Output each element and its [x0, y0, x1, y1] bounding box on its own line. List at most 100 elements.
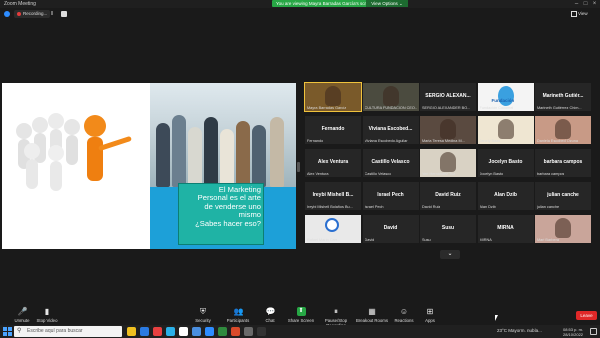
taskbar-app-icon[interactable] — [205, 327, 214, 336]
participant-name: Viviana Escobed... — [368, 126, 413, 132]
taskbar-app-icon[interactable] — [257, 327, 266, 336]
security-button[interactable]: ⛨ Security — [183, 307, 223, 323]
view-button[interactable]: View — [578, 11, 588, 16]
system-clock[interactable]: 08:53 p. m. 28/10/2022 — [563, 327, 583, 337]
video-camera-icon: ▮ — [44, 307, 50, 316]
participant-caption: Castillo Velasco — [364, 172, 392, 176]
participant-caption: Yeri Hernández Tuz — [422, 172, 456, 176]
participant-caption: Fernando — [307, 139, 324, 143]
fundacion-logo-text: Fundación — [491, 98, 515, 103]
participant-tile[interactable]: SERGIO ALEXAN... SERGIO ALEXANDER BO... — [420, 83, 476, 111]
participant-caption: Janely Baas — [479, 139, 501, 143]
participant-tile[interactable]: Rafael Marín Carr... — [305, 215, 361, 243]
toolbar-label: Stop Video — [36, 318, 58, 323]
share-screen-button[interactable]: ⬆ Share Screen — [281, 307, 321, 323]
taskbar-app-icon[interactable] — [153, 327, 162, 336]
participant-video — [497, 119, 514, 139]
participant-tile[interactable]: Marineth Gutiér... Marineth Gutiérrez Chi… — [535, 83, 591, 111]
pause-recording-icon[interactable]: ‖ — [51, 11, 58, 17]
taskbar-app-icon[interactable] — [179, 327, 188, 336]
taskbar-app-icon[interactable] — [218, 327, 227, 336]
windows-start-icon[interactable] — [3, 327, 12, 336]
participant-tile[interactable]: Alan Dzib Alan Dzib — [477, 182, 534, 210]
notification-icon[interactable] — [590, 328, 597, 335]
taskbar-app-icon[interactable] — [166, 327, 175, 336]
toolbar-label: Share Screen — [287, 318, 315, 323]
taskbar-app-icon[interactable] — [140, 327, 149, 336]
participant-tile[interactable]: Israel Pech Israel Pech — [362, 182, 419, 210]
participant-tile[interactable]: Alex Ventura Alex Ventura — [305, 149, 361, 177]
stop-recording-icon[interactable] — [61, 11, 67, 17]
split-view-handle[interactable] — [297, 162, 300, 172]
leave-meeting-button[interactable]: Leave — [576, 311, 597, 320]
taskbar-app-icon[interactable] — [244, 327, 253, 336]
participant-tile[interactable]: Daniela Escobed Ozuna — [535, 116, 591, 144]
stop-video-button[interactable]: ▮ Stop Video — [27, 307, 67, 323]
toolbar-label: Chat — [265, 318, 275, 323]
minimize-icon[interactable]: – — [572, 0, 581, 8]
participant-tile[interactable]: David Ruiz David Ruiz — [420, 182, 476, 210]
participant-tile[interactable]: David David — [362, 215, 419, 243]
toolbar-label: Security — [195, 318, 211, 323]
shield-icon: ⛨ — [200, 307, 206, 316]
participant-caption: Marineth Gutiérrez Chim... — [537, 106, 582, 110]
microphone-muted-icon: 🎤 — [17, 307, 28, 316]
recording-label: Recording... — [23, 11, 48, 16]
participant-tile[interactable]: CULTURA FUNDACION CEO... — [362, 83, 419, 111]
participant-caption: Viviana Escobedo Aguilar — [364, 139, 408, 143]
participant-tile[interactable]: Mayra Barradas García — [304, 82, 362, 112]
meeting-info-icon[interactable] — [4, 11, 10, 17]
maximize-icon[interactable]: □ — [581, 0, 590, 8]
participant-tile[interactable]: barbara campos barbara campos — [535, 149, 591, 177]
participant-video — [325, 86, 341, 106]
participant-tile[interactable]: Jocelyn Basto Jocelyn Basto — [477, 149, 534, 177]
chat-icon: 💬 — [265, 307, 276, 316]
apps-icon: ⊞ — [426, 307, 434, 316]
group-photo — [150, 83, 296, 187]
participant-tile[interactable]: MIRNA MIRNA — [477, 215, 534, 243]
participant-caption: CULTURA FUNDACION CEO... — [364, 106, 417, 110]
view-options-button[interactable]: View Options ⌄ — [366, 0, 408, 7]
participant-tile[interactable]: Castillo Velasco Castillo Velasco — [362, 149, 419, 177]
participant-tile[interactable]: Janely Baas — [477, 116, 534, 144]
participant-tile[interactable]: Yeri Hernández Tuz — [420, 149, 476, 177]
participant-caption: Israel Pech — [364, 205, 384, 209]
participant-caption: Daniela Escobed Ozuna — [537, 139, 578, 143]
participant-video — [555, 119, 571, 139]
participant-tile[interactable]: Maria Teresa Medina M... — [420, 116, 476, 144]
search-icon: ⚲ — [17, 328, 22, 334]
participant-caption: David — [364, 238, 375, 242]
participant-name: Susu — [441, 225, 455, 231]
weather-widget[interactable]: 23°C Mayorm. nubla... — [497, 328, 542, 333]
participant-caption: barbara campos — [537, 172, 565, 176]
participant-name: David Ruiz — [435, 192, 461, 198]
participant-name: barbara campos — [543, 159, 583, 165]
participant-name: David — [383, 225, 398, 231]
participant-caption: David Ruiz — [422, 205, 441, 209]
taskbar-app-icon[interactable] — [231, 327, 240, 336]
close-icon[interactable]: × — [590, 0, 599, 8]
participant-tile[interactable]: julian canche julian canche — [535, 182, 591, 210]
participant-caption: julian canche — [537, 205, 560, 209]
participant-tile[interactable]: Susu Susu — [420, 215, 476, 243]
participant-tile[interactable]: Fernando Fernando — [305, 116, 361, 144]
gallery-view-icon[interactable] — [571, 11, 577, 17]
gallery-next-page-button[interactable]: ⌄ — [440, 250, 460, 259]
participant-tile[interactable]: Mari Barbera — [535, 215, 591, 243]
participant-caption: Jocelyn Basto — [479, 172, 504, 176]
search-placeholder: Escribe aquí para buscar — [27, 328, 83, 334]
participant-name: Israel Pech — [377, 192, 404, 198]
recording-dot-icon — [17, 12, 21, 16]
participant-tile[interactable]: Ireybi Mishell B... Ireybi Mishell Bolaño… — [305, 182, 361, 210]
participant-name: Alan Dzib — [494, 192, 517, 198]
taskbar-app-icon[interactable] — [127, 327, 136, 336]
taskbar-app-icon[interactable] — [192, 327, 201, 336]
participant-caption: Susu — [422, 238, 431, 242]
participant-video — [497, 86, 514, 106]
breakout-rooms-icon: ▦ — [368, 307, 376, 316]
participant-tile[interactable]: Fundación Cocomel Fundación — [477, 83, 534, 111]
participant-tile[interactable]: Viviana Escobed... Viviana Escobedo Aguil… — [362, 116, 419, 144]
participant-caption: Mari Barbera — [537, 238, 559, 242]
recording-icon: ⏸ — [334, 307, 338, 316]
apps-button[interactable]: ⊞ Apps — [410, 307, 450, 323]
